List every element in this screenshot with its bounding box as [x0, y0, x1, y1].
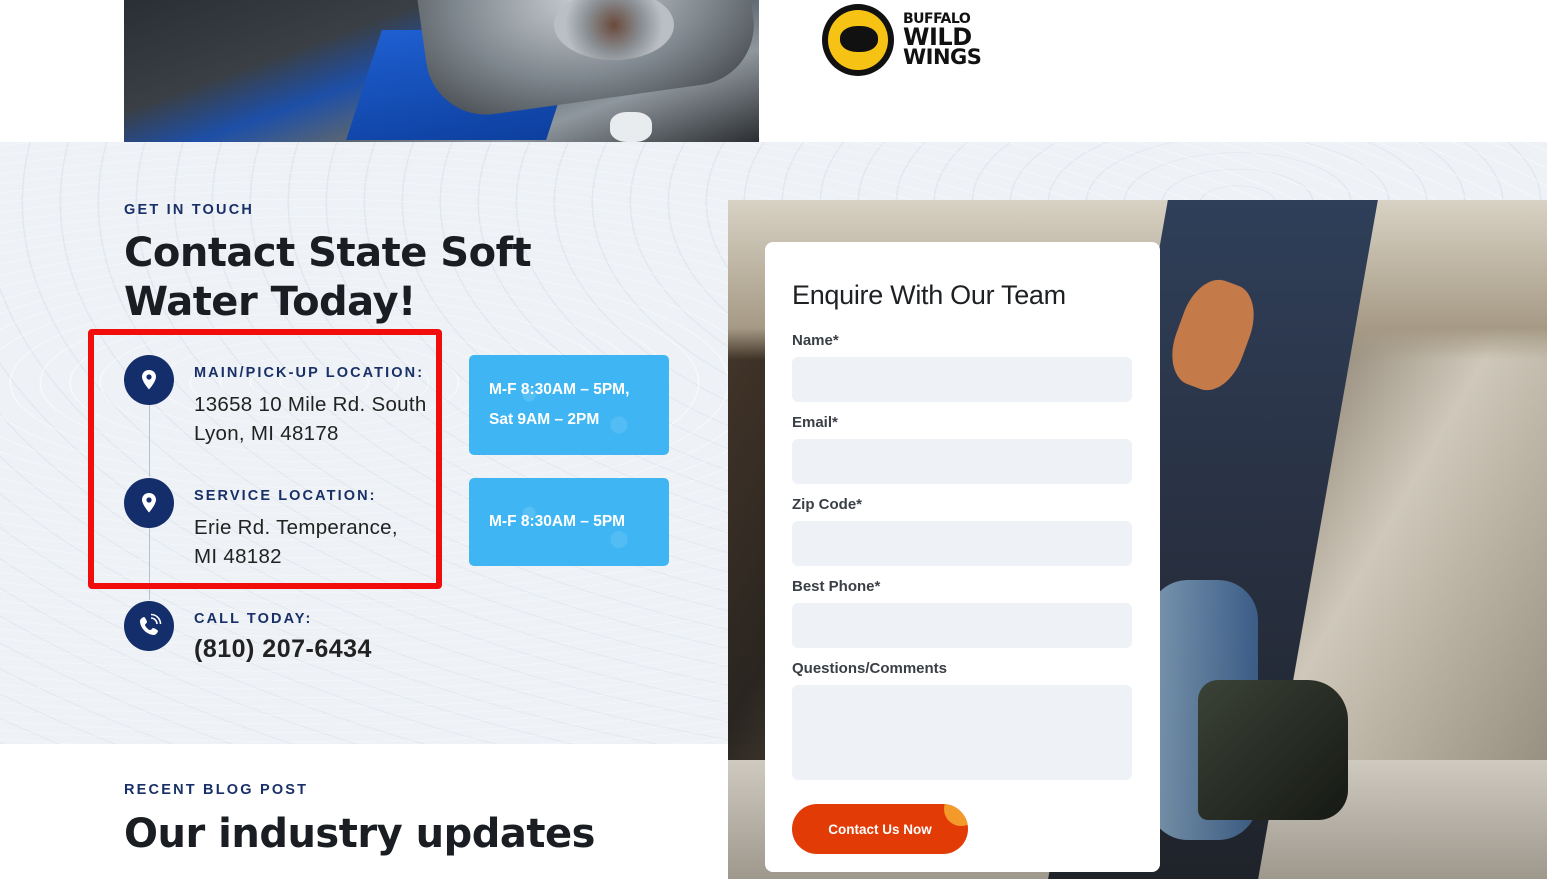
contact-eyebrow: GET IN TOUCH	[124, 202, 255, 218]
service-location-address[interactable]: Erie Rd. Temperance, MI 48182	[194, 514, 398, 571]
main-hours-line2: Sat 9AM – 2PM	[489, 411, 600, 428]
main-location-address-line2: Lyon, MI 48178	[194, 421, 339, 445]
comments-label: Questions/Comments	[792, 660, 948, 677]
name-field[interactable]	[792, 357, 1132, 402]
main-location-address[interactable]: 13658 10 Mile Rd. South Lyon, MI 48178	[194, 391, 427, 448]
bww-logo-text: BUFFALO WILD WINGS	[903, 12, 982, 69]
contact-us-button[interactable]: Contact Us Now	[792, 804, 968, 854]
comments-textarea[interactable]	[792, 685, 1132, 780]
email-label: Email*	[792, 414, 838, 431]
main-hours-line1: M-F 8:30AM – 5PM,	[489, 381, 630, 398]
map-pin-icon	[124, 355, 174, 405]
bww-logo-line3: WINGS	[903, 44, 982, 69]
best-phone-label: Best Phone*	[792, 578, 881, 595]
blog-eyebrow: RECENT BLOG POST	[124, 782, 309, 798]
button-accent	[944, 804, 968, 826]
main-location-hours: M-F 8:30AM – 5PM, Sat 9AM – 2PM	[469, 355, 669, 455]
contact-heading-line2: Water Today!	[124, 279, 416, 325]
photo-boot	[1198, 680, 1348, 820]
photo-cup	[610, 112, 652, 142]
name-label: Name*	[792, 332, 839, 349]
service-location-address-line1: Erie Rd. Temperance,	[194, 516, 398, 539]
service-location-hours: M-F 8:30AM – 5PM	[469, 478, 669, 566]
service-location-address-line2: MI 48182	[194, 544, 282, 568]
contact-heading: Contact State Soft Water Today!	[124, 229, 532, 327]
service-hours-line1: M-F 8:30AM – 5PM	[489, 513, 626, 530]
zip-code-label: Zip Code*	[792, 496, 862, 513]
phone-number-link[interactable]: (810) 207-6434	[194, 635, 372, 664]
main-location-label: MAIN/PICK-UP LOCATION:	[194, 365, 425, 381]
blog-heading: Our industry updates	[124, 811, 595, 857]
form-title: Enquire With Our Team	[792, 280, 1066, 310]
dishwashing-photo	[124, 0, 759, 142]
service-location-label: SERVICE LOCATION:	[194, 488, 377, 504]
call-today-label: CALL TODAY:	[194, 611, 313, 627]
timeline-connector	[149, 405, 150, 477]
contact-heading-line1: Contact State Soft	[124, 230, 532, 276]
map-pin-icon	[124, 478, 174, 528]
contact-us-button-label: Contact Us Now	[828, 821, 932, 837]
enquiry-form: Enquire With Our Team Name* Email* Zip C…	[765, 242, 1160, 872]
phone-icon	[124, 601, 174, 651]
best-phone-field[interactable]	[792, 603, 1132, 648]
zip-code-field[interactable]	[792, 521, 1132, 566]
timeline-connector	[149, 528, 150, 600]
main-location-address-line1: 13658 10 Mile Rd. South	[194, 393, 427, 416]
buffalo-wild-wings-logo: BUFFALO WILD WINGS	[822, 4, 982, 78]
email-field[interactable]	[792, 439, 1132, 484]
bison-icon	[840, 26, 878, 52]
